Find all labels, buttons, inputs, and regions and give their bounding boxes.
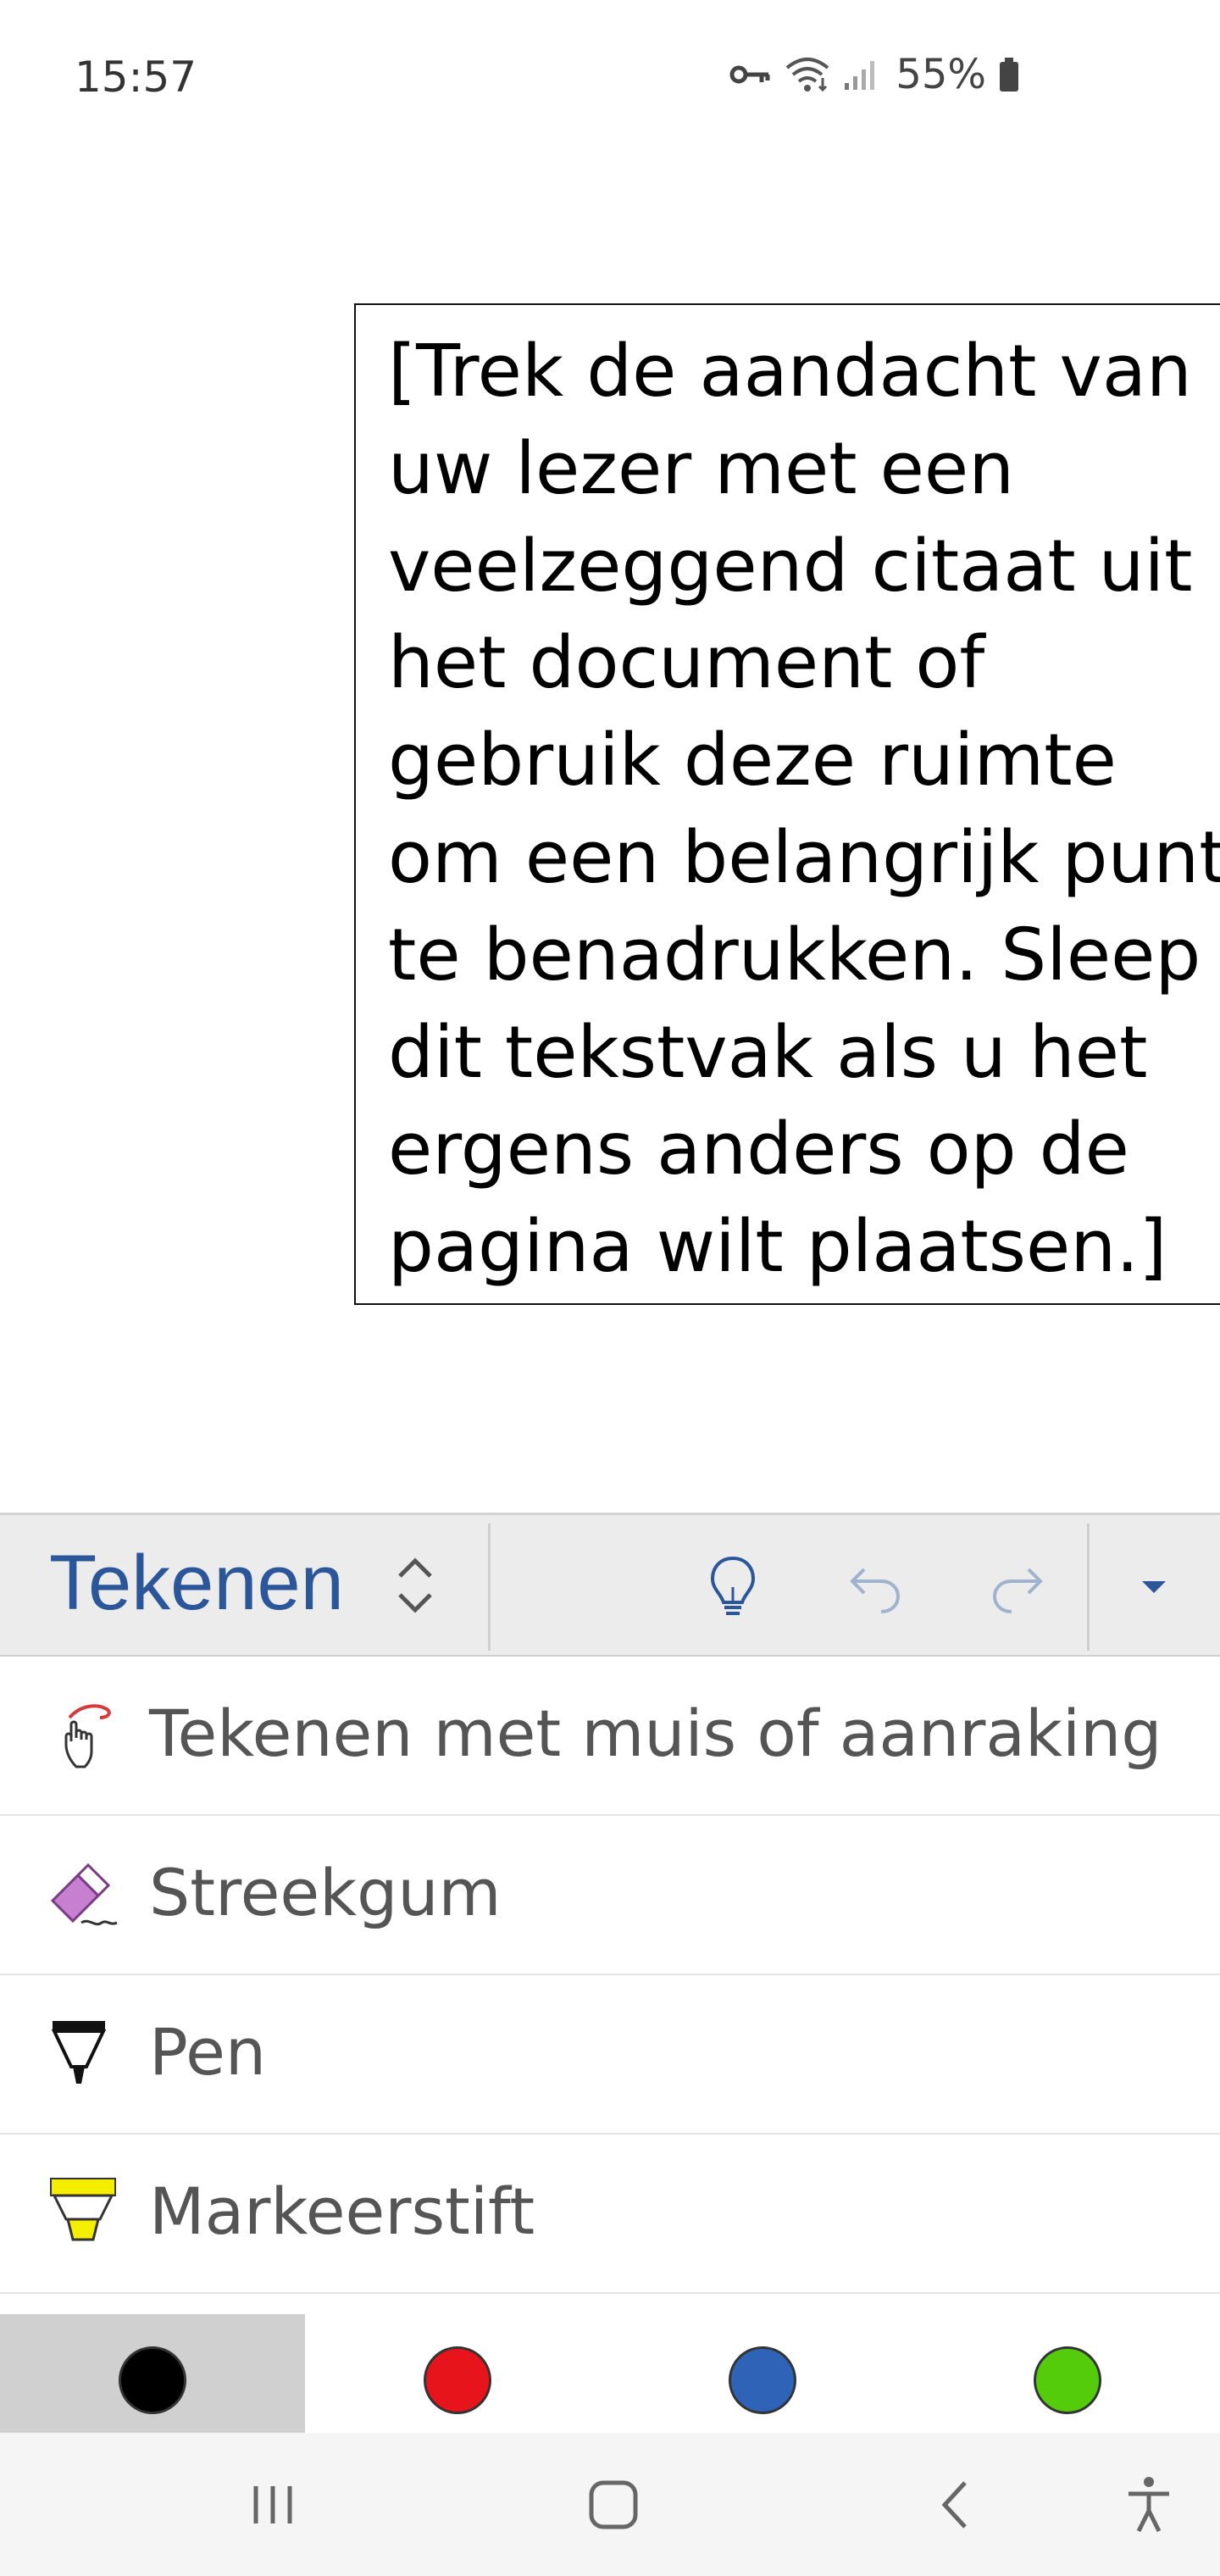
color-dot — [424, 2346, 491, 2414]
pull-quote-line: pagina wilt plaatsen.] — [388, 1205, 1167, 1290]
key-icon — [729, 62, 772, 87]
tab-switch-icon[interactable] — [390, 1547, 441, 1624]
status-icons: 55% — [729, 51, 1020, 98]
battery-icon — [998, 56, 1020, 93]
pull-quote-line: ergens anders op de — [388, 1108, 1129, 1192]
undo-icon[interactable] — [820, 1532, 930, 1642]
pull-quote-line: om een belangrijk punt — [388, 815, 1220, 900]
pull-quote-line: het document of — [388, 621, 985, 706]
pull-quote-line: veelzeggend citaat uit — [388, 524, 1193, 608]
menu-item-label: Tekenen met muis of aanraking — [149, 1696, 1162, 1771]
toolbar-divider — [488, 1524, 491, 1651]
menu-item-label: Streekgum — [149, 1855, 502, 1930]
ribbon-toolbar: Tekenen — [0, 1513, 1220, 1657]
color-swatch-red[interactable] — [305, 2314, 610, 2433]
signal-icon — [843, 58, 880, 92]
menu-item-pen[interactable]: Pen — [0, 1975, 1220, 2135]
lightbulb-icon[interactable] — [678, 1532, 788, 1642]
wifi-icon — [784, 56, 831, 93]
draw-touch-icon — [47, 1699, 124, 1775]
eraser-icon — [47, 1858, 124, 1935]
color-palette — [0, 2314, 1220, 2433]
pull-quote-line: [Trek de aandacht van — [388, 330, 1192, 414]
menu-item-draw-touch[interactable]: Tekenen met muis of aanraking — [0, 1657, 1220, 1816]
battery-percent: 55% — [896, 51, 986, 98]
color-dot — [119, 2346, 186, 2414]
color-dot — [729, 2346, 796, 2414]
color-dot — [1034, 2346, 1101, 2414]
pull-quote-line: te benadrukken. Sleep — [388, 913, 1201, 997]
pull-quote-line: dit tekstvak als u het — [388, 1010, 1148, 1095]
draw-menu: Tekenen met muis of aanraking Streekgum … — [0, 1657, 1220, 2294]
menu-item-label: Pen — [149, 2014, 267, 2090]
status-bar: 15:57 55% — [0, 0, 1220, 153]
status-time: 15:57 — [75, 53, 197, 102]
color-swatch-green[interactable] — [915, 2314, 1220, 2433]
recent-apps-icon[interactable] — [214, 2458, 332, 2551]
pull-quote-text[interactable]: [Trek de aandacht van uw lezer met een vee… — [388, 324, 1220, 1296]
accessibility-icon[interactable] — [1090, 2458, 1208, 2551]
color-swatch-blue[interactable] — [610, 2314, 915, 2433]
menu-item-highlighter[interactable]: Markeerstift — [0, 2135, 1220, 2294]
color-swatch-black[interactable] — [0, 2314, 305, 2433]
redo-icon[interactable] — [962, 1532, 1073, 1642]
home-icon[interactable] — [554, 2458, 673, 2551]
menu-item-label: Markeerstift — [149, 2174, 535, 2249]
menu-item-eraser[interactable]: Streekgum — [0, 1816, 1220, 1975]
highlighter-icon — [47, 2177, 124, 2253]
pull-quote-line: uw lezer met een — [388, 426, 1015, 511]
system-nav-bar — [0, 2433, 1220, 2576]
expand-icon[interactable] — [1099, 1532, 1209, 1642]
pen-icon — [47, 2018, 124, 2094]
document-canvas[interactable]: [Trek de aandacht van uw lezer met een vee… — [0, 153, 1220, 1513]
toolbar-divider — [1087, 1524, 1090, 1651]
pull-quote-line: gebruik deze ruimte — [388, 719, 1117, 803]
pull-quote-textbox[interactable]: [Trek de aandacht van uw lezer met een vee… — [354, 303, 1220, 1305]
back-icon[interactable] — [895, 2458, 1013, 2551]
tab-title[interactable]: Tekenen — [49, 1539, 344, 1628]
